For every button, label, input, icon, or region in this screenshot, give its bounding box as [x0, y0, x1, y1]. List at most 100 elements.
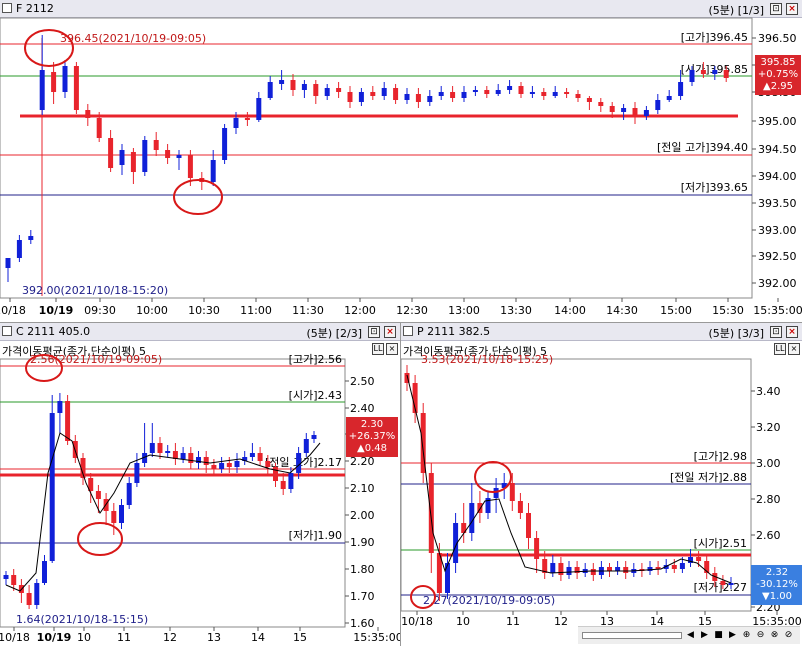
candle-body	[655, 100, 661, 110]
x-tick-label: 12:00	[344, 304, 376, 317]
candle-body	[180, 453, 186, 459]
x-tick-label: 15:00	[660, 304, 692, 317]
x-tick-label: 13	[207, 631, 221, 644]
x-tick-label: 10/19	[37, 631, 72, 644]
y-tick-label: 392.50	[758, 250, 797, 263]
candle-body	[165, 150, 171, 158]
candle-body	[153, 140, 159, 150]
x-tick-label: 09:30	[84, 304, 116, 317]
candle-body	[188, 453, 194, 463]
candle-body	[210, 160, 216, 182]
candle-body	[149, 443, 155, 453]
candle-body	[233, 118, 239, 128]
zoom-out-icon[interactable]: ⊖	[754, 629, 767, 642]
zoom-in-icon[interactable]: ⊕	[740, 629, 753, 642]
high-label: [고가]2.56	[289, 353, 342, 366]
x-tick-label: 14:30	[606, 304, 638, 317]
candle-body	[73, 66, 79, 110]
candle-body	[518, 86, 524, 94]
scroll-left-icon[interactable]: ◀	[684, 629, 697, 642]
candle-body	[273, 467, 278, 481]
candle-body	[427, 96, 433, 102]
high-label: [고가]396.45	[681, 31, 748, 44]
candle-body	[303, 439, 309, 453]
y-tick-label: 3.20	[756, 421, 781, 434]
candle-body	[607, 567, 612, 571]
candle-body	[632, 108, 638, 116]
candle-body	[615, 567, 621, 571]
candle-body	[598, 102, 604, 106]
y-tick-label: 2.00	[350, 509, 375, 522]
price-box-last: 2.32	[765, 567, 789, 578]
high-note: 396.45(2021/10/19-09:05)	[60, 32, 206, 45]
candle-body	[26, 593, 32, 605]
candle-body	[647, 567, 653, 571]
low-circle	[77, 522, 123, 556]
stop-icon[interactable]: ■	[712, 629, 725, 642]
candle-body	[157, 443, 163, 453]
low-circle	[173, 179, 223, 215]
low-note: 2.27(2021/10/19-09:05)	[423, 594, 555, 607]
candle-body	[564, 92, 570, 94]
candle-body	[621, 108, 627, 112]
candle-body	[11, 575, 17, 585]
zoom-fit-icon[interactable]: ⊗	[768, 629, 781, 642]
candle-body	[428, 473, 434, 553]
candle-body	[723, 70, 729, 78]
y-tick-label: 1.60	[350, 617, 375, 630]
candle-body	[689, 70, 695, 82]
candle-body	[590, 569, 596, 575]
low-label: [저가]393.65	[681, 181, 748, 194]
candle-body	[130, 152, 136, 172]
candle-body	[142, 140, 148, 172]
candle-body	[566, 567, 572, 575]
call-option-chart-panel: C 2111 405.0 (5분) [2/3] ⊡ × 가격이동평균(종가,단순…	[0, 322, 400, 646]
candle-body	[62, 66, 68, 92]
y-tick-label: 3.00	[756, 457, 781, 470]
x-tick-label: 10	[456, 615, 470, 628]
candle-body	[203, 457, 209, 465]
high-note: 3.53(2021/10/18-15:25)	[421, 353, 553, 366]
x-tick-label: 11:00	[240, 304, 272, 317]
candle-body	[95, 491, 101, 499]
futures-chart-panel: F 2112 (5분) [1/3] ⊡ × 396.50396.00395.50…	[0, 0, 802, 322]
put-option-chart-panel: P 2111 382.5 (5분) [3/3] ⊡ × 가격이동평균(종가,단순…	[400, 322, 802, 646]
candle-body	[552, 92, 558, 96]
open-label: [시가]2.51	[694, 537, 747, 550]
candle-body	[381, 88, 387, 96]
price-box-change: -30.12%	[756, 579, 798, 590]
candle-body	[65, 401, 71, 441]
candle-body	[265, 461, 271, 467]
candle-body	[712, 70, 718, 74]
candle-body	[42, 561, 47, 583]
candle-body	[370, 92, 376, 96]
scroll-right-icon[interactable]: ▶	[698, 629, 711, 642]
candle-body	[49, 413, 55, 561]
candle-body	[3, 575, 9, 579]
candle-body	[279, 80, 285, 84]
candle-body	[39, 70, 45, 110]
y-tick-label: 392.00	[758, 277, 797, 290]
price-box-last: 395.85	[760, 57, 796, 68]
candle-body	[51, 72, 57, 92]
price-box-delta: ▼1.00	[762, 591, 792, 602]
price-box-delta: ▲2.95	[763, 81, 793, 92]
x-tick-label: 11	[117, 631, 131, 644]
zoom-reset-icon[interactable]: ⊘	[782, 629, 795, 642]
candle-body	[575, 94, 581, 98]
price-box: 395.85 +0.75% ▲2.95	[755, 55, 801, 95]
x-tick-label: 15:35:00	[753, 304, 802, 317]
y-tick-label: 2.10	[350, 482, 375, 495]
candle-body	[558, 563, 564, 575]
candle-body	[679, 563, 685, 569]
play-icon[interactable]: ▶	[726, 629, 739, 642]
scroll-track[interactable]	[582, 632, 682, 639]
candle-body	[311, 435, 317, 439]
low-label: [저가]2.27	[694, 581, 747, 594]
candle-body	[507, 86, 513, 90]
x-tick-label: 15:35:00	[353, 631, 400, 644]
candle-body	[671, 565, 677, 569]
candle-body	[445, 563, 450, 593]
candle-body	[700, 70, 706, 74]
candle-body	[28, 236, 34, 240]
